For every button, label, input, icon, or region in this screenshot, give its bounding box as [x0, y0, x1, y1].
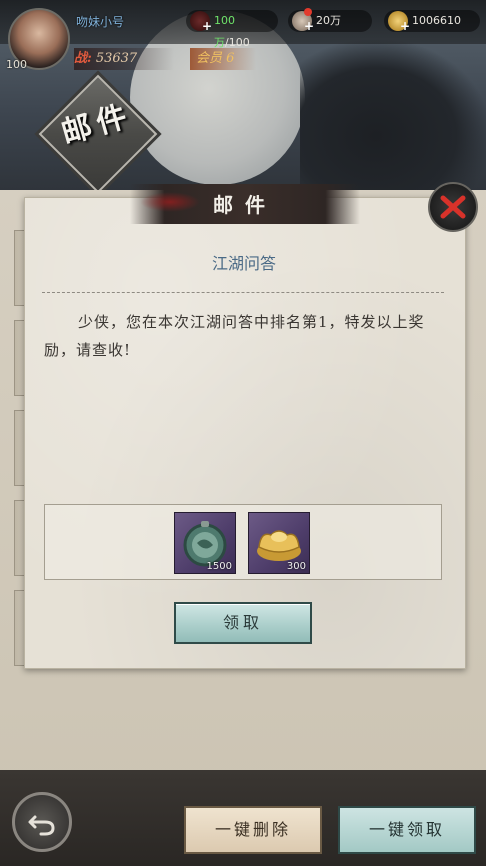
- close-icon: [440, 195, 466, 219]
- back-button[interactable]: [12, 792, 72, 852]
- back-arrow-icon: [28, 815, 55, 836]
- gold-value: 1006610: [412, 14, 461, 27]
- close-button[interactable]: [428, 182, 478, 232]
- dialog-title: 邮件: [213, 193, 277, 217]
- reward-quantity: 300: [286, 561, 306, 572]
- reward-quantity: 1500: [206, 561, 232, 572]
- vip-badge: 会员 6: [190, 48, 256, 70]
- silver-value: 20万: [316, 14, 341, 27]
- claim-button[interactable]: 领取: [174, 602, 312, 644]
- reward-item[interactable]: 300: [248, 512, 310, 574]
- energy-counter[interactable]: + 100万/100: [186, 10, 278, 49]
- mail-subject: 江湖问答: [211, 254, 276, 273]
- reward-item[interactable]: 1500: [174, 512, 236, 574]
- reward-list: [44, 504, 442, 580]
- delete-all-button[interactable]: 一键删除: [184, 806, 322, 854]
- player-name: 吻妹小号: [76, 15, 125, 29]
- silver-counter[interactable]: + 20万: [288, 8, 372, 32]
- combat-power-label: 战:: [74, 51, 92, 66]
- swordsman-silhouette: [300, 40, 486, 200]
- gold-counter[interactable]: + 1006610: [384, 10, 480, 32]
- notification-dot: [304, 8, 312, 16]
- add-silver-icon[interactable]: +: [304, 20, 314, 32]
- dashed-divider: [42, 292, 444, 293]
- add-gold-icon[interactable]: +: [400, 20, 410, 32]
- mail-body: 少侠，您在本次江湖问答中排名第1，特发以上奖励，请查收!: [44, 313, 425, 359]
- combat-power: 战: 53637: [74, 48, 174, 70]
- combat-power-value: 53637: [95, 51, 138, 66]
- add-energy-icon[interactable]: +: [202, 20, 212, 32]
- player-level: 100: [6, 58, 27, 71]
- claim-all-button[interactable]: 一键领取: [338, 806, 476, 854]
